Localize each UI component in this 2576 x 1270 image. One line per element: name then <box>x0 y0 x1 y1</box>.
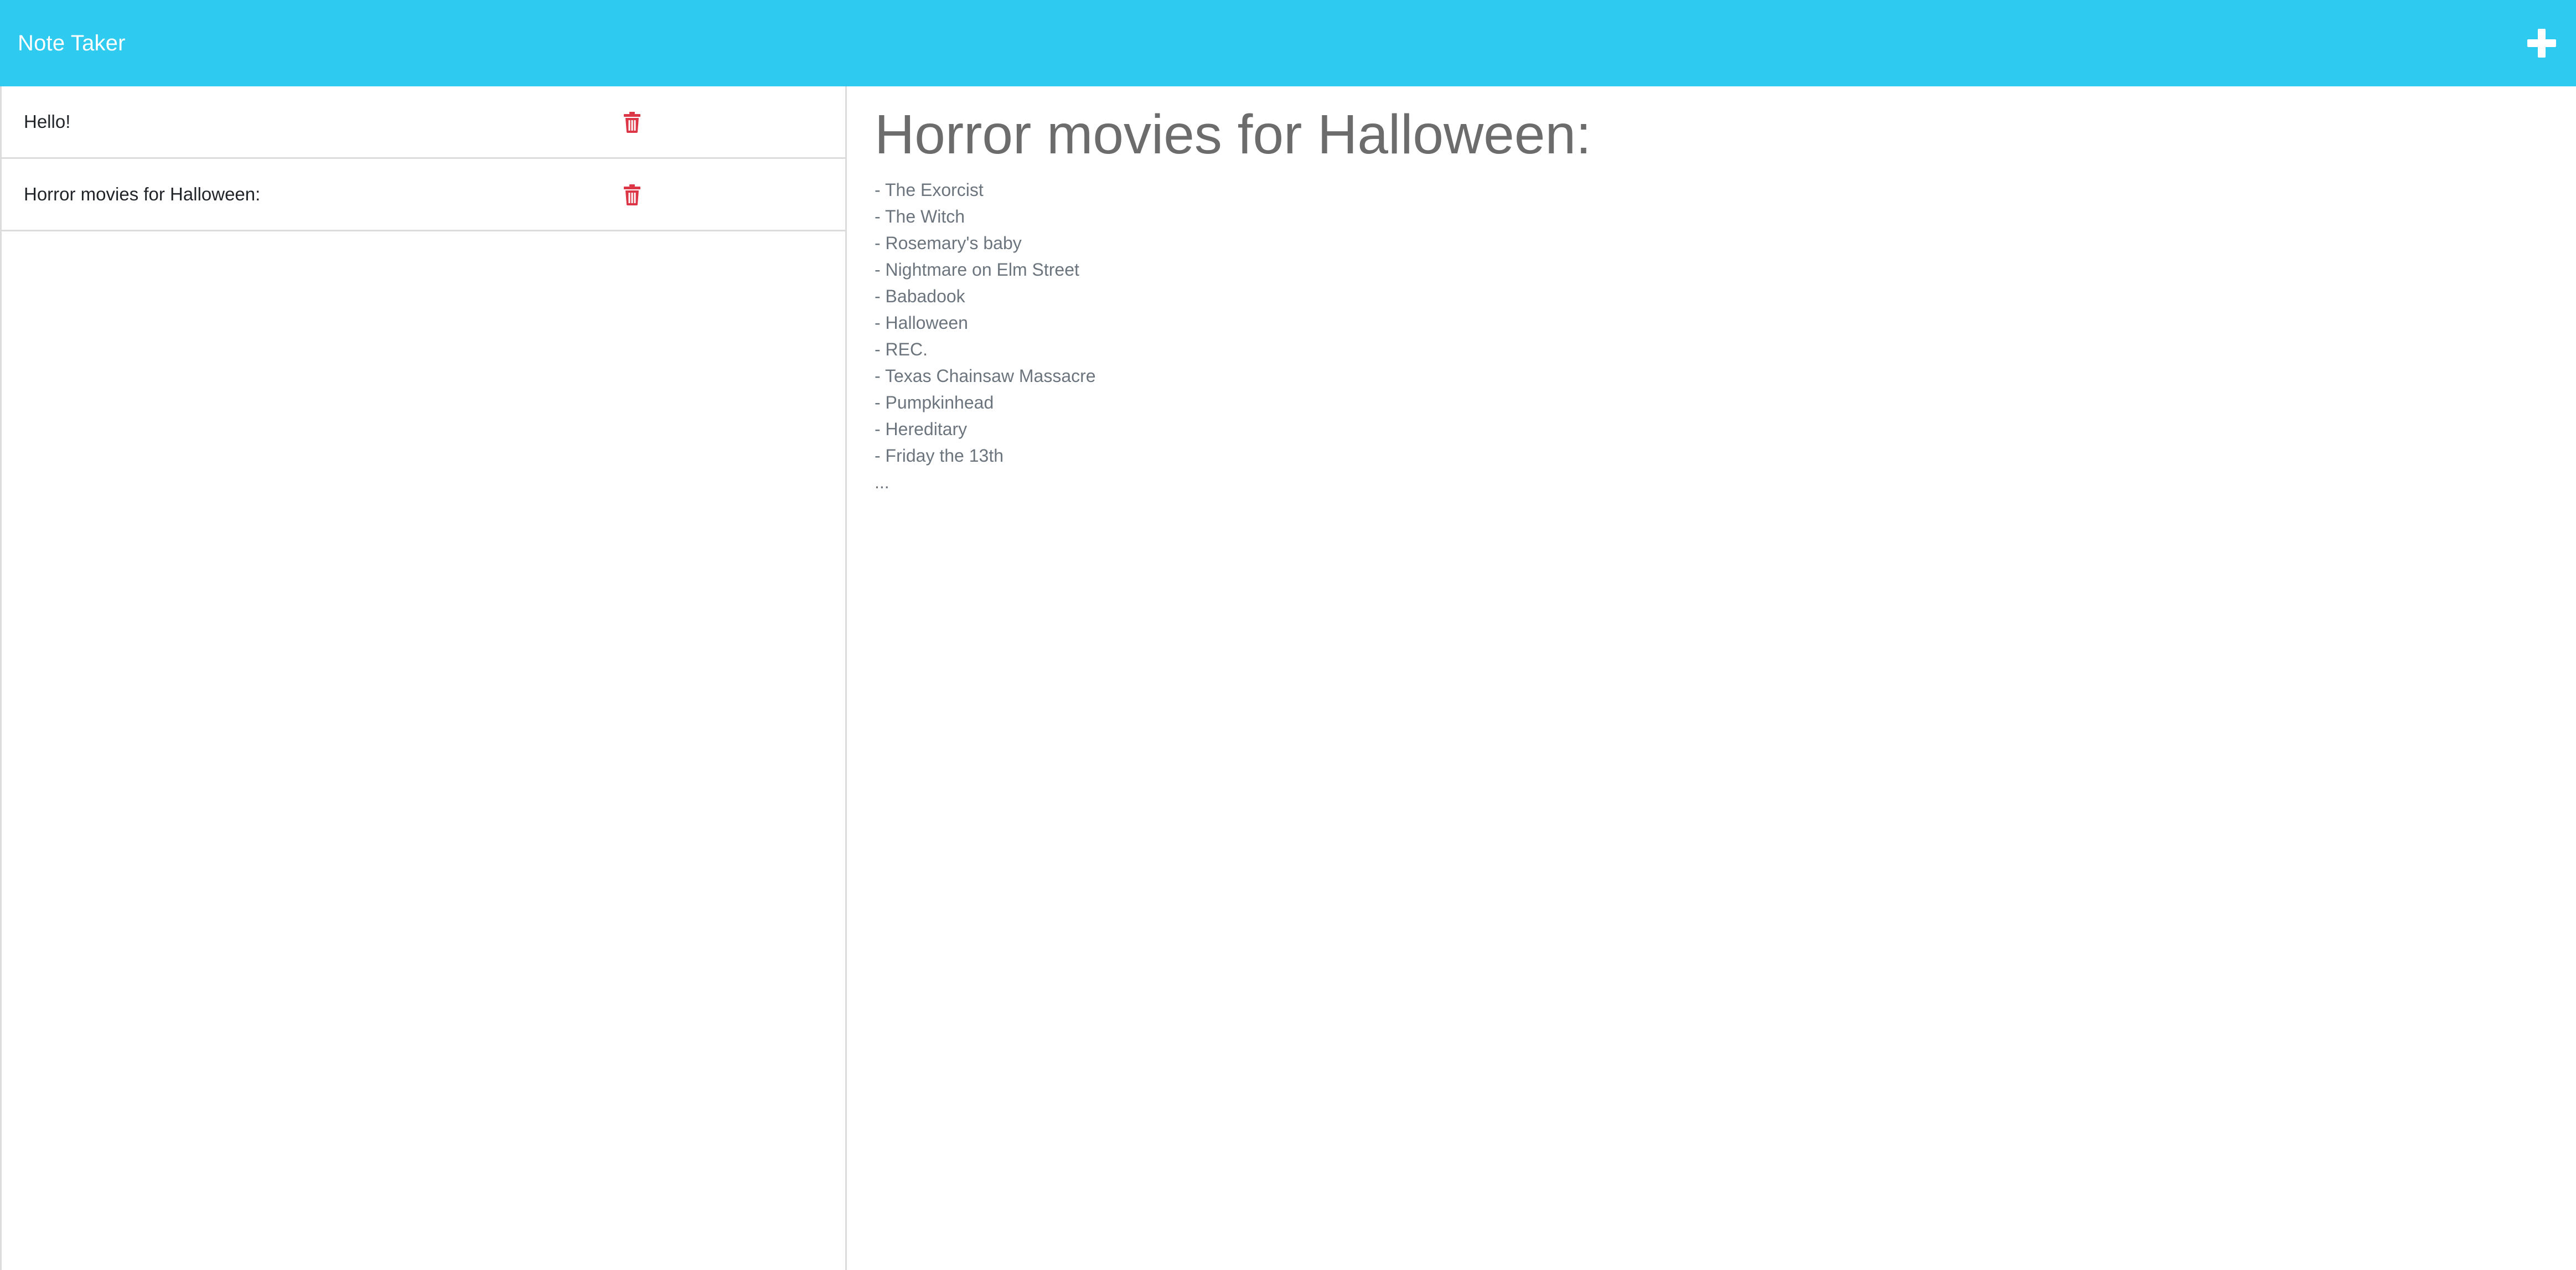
note-body-line: - Pumpkinhead <box>875 393 994 412</box>
note-title-input[interactable]: Horror movies for Halloween: <box>875 103 2576 167</box>
note-body-line: - Nightmare on Elm Street <box>875 260 1079 280</box>
note-editor: Horror movies for Halloween: - The Exorc… <box>847 86 2576 1270</box>
new-note-plus-icon[interactable] <box>2527 29 2556 58</box>
note-body-line: - REC. <box>875 339 928 359</box>
note-body-line: - Halloween <box>875 313 968 333</box>
note-body-line: - Babadook <box>875 286 965 306</box>
note-item-title: Horror movies for Halloween: <box>24 184 261 204</box>
note-body-line: - Friday the 13th <box>875 446 1003 466</box>
note-body-line: - Hereditary <box>875 419 968 439</box>
note-item-title: Hello! <box>24 111 71 132</box>
note-body-line: - Texas Chainsaw Massacre <box>875 366 1096 386</box>
trash-icon[interactable] <box>624 112 640 133</box>
note-body-line: - Rosemary's baby <box>875 233 1022 253</box>
note-list-item[interactable]: Hello! <box>2 86 845 159</box>
app-title[interactable]: Note Taker <box>18 31 126 56</box>
trash-icon[interactable] <box>624 184 640 205</box>
note-list-item[interactable]: Horror movies for Halloween: <box>2 159 845 231</box>
note-body-line: ... <box>875 472 889 492</box>
navbar: Note Taker <box>0 0 2576 86</box>
note-body-textarea[interactable]: - The Exorcist - The Witch - Rosemary's … <box>875 177 2576 495</box>
note-body-line: - The Exorcist <box>875 180 984 200</box>
note-body-line: - The Witch <box>875 206 965 226</box>
note-list: Hello! Horror movies for Halloween: <box>0 86 847 1270</box>
